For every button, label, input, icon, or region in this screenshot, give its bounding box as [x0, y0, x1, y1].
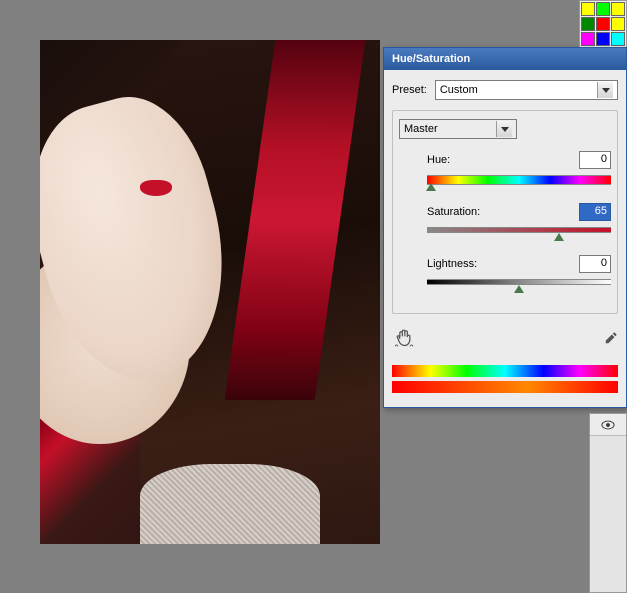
- pencil-icon[interactable]: [604, 331, 618, 348]
- preset-dropdown[interactable]: Custom: [435, 80, 618, 100]
- lightness-label: Lightness:: [427, 258, 477, 270]
- hue-saturation-dialog: Hue/Saturation Preset: Custom Master Hue…: [383, 47, 627, 408]
- saturation-input[interactable]: 65: [579, 203, 611, 221]
- photo-region: [140, 464, 320, 544]
- swatch[interactable]: [581, 32, 595, 46]
- swatch[interactable]: [611, 2, 625, 16]
- chevron-down-icon: [597, 82, 613, 98]
- photo-image: [40, 40, 380, 544]
- layers-panel-strip[interactable]: [589, 413, 627, 593]
- saturation-slider-row: Saturation: 65: [427, 203, 611, 237]
- lightness-slider-thumb[interactable]: [514, 285, 524, 293]
- sliders: Hue: 0 Saturation: 65: [427, 151, 611, 289]
- dialog-body: Preset: Custom Master Hue: 0: [384, 70, 626, 405]
- swatch[interactable]: [611, 17, 625, 31]
- photo-region: [140, 180, 172, 196]
- channel-value: Master: [404, 123, 438, 135]
- preset-value: Custom: [440, 84, 478, 96]
- hue-slider-track[interactable]: [427, 175, 611, 185]
- chevron-down-icon: [496, 121, 512, 137]
- saturation-label: Saturation:: [427, 206, 480, 218]
- channel-dropdown[interactable]: Master: [399, 119, 517, 139]
- lightness-slider-row: Lightness: 0: [427, 255, 611, 289]
- input-spectrum-bar[interactable]: [392, 365, 618, 377]
- dialog-title: Hue/Saturation: [392, 53, 470, 65]
- swatch[interactable]: [581, 17, 595, 31]
- hue-slider-row: Hue: 0: [427, 151, 611, 185]
- swatch[interactable]: [581, 2, 595, 16]
- saturation-slider-track[interactable]: [427, 227, 611, 237]
- lightness-slider-track[interactable]: [427, 279, 611, 289]
- adjustment-group: Master Hue: 0 Saturation:: [392, 110, 618, 314]
- color-swatches-panel[interactable]: [579, 0, 627, 48]
- swatch[interactable]: [611, 32, 625, 46]
- swatch[interactable]: [596, 32, 610, 46]
- hue-input[interactable]: 0: [579, 151, 611, 169]
- hue-slider-thumb[interactable]: [426, 183, 436, 191]
- output-spectrum-bar[interactable]: [392, 381, 618, 393]
- saturation-slider-thumb[interactable]: [554, 233, 564, 241]
- preset-row: Preset: Custom: [392, 80, 618, 100]
- swatch[interactable]: [596, 2, 610, 16]
- swatch[interactable]: [596, 17, 610, 31]
- document-canvas[interactable]: [40, 40, 380, 544]
- hue-label: Hue:: [427, 154, 450, 166]
- lightness-input[interactable]: 0: [579, 255, 611, 273]
- preset-label: Preset:: [392, 84, 427, 96]
- dialog-titlebar[interactable]: Hue/Saturation: [384, 48, 626, 70]
- tool-row: [392, 328, 618, 351]
- eye-icon: [601, 420, 615, 430]
- layer-visibility-toggle[interactable]: [590, 414, 626, 436]
- targeted-adjustment-icon[interactable]: [394, 328, 414, 351]
- color-spectrum-bars: [392, 365, 618, 393]
